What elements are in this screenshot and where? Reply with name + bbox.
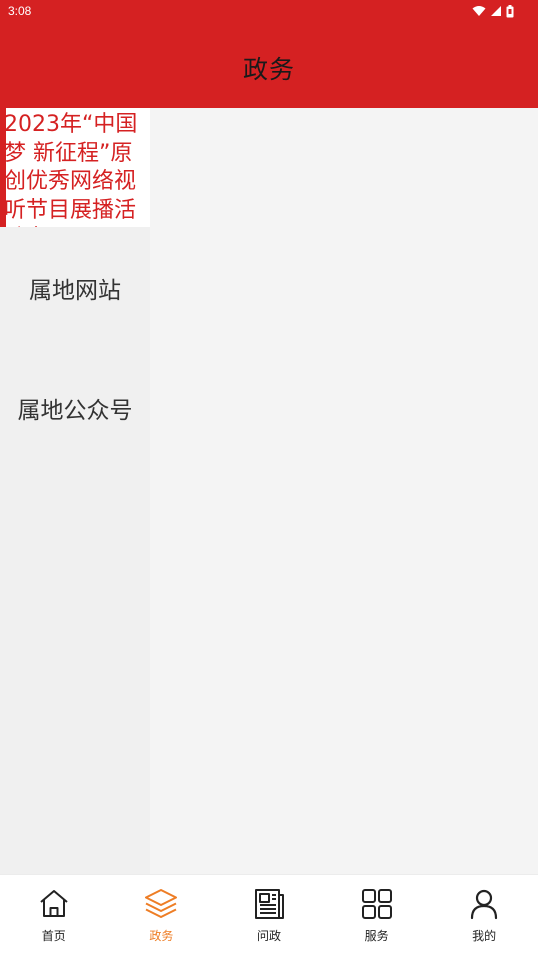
side-nav-item-label: 属地公众号: [17, 398, 133, 424]
side-nav-item-label: 属地网站: [29, 278, 121, 304]
header: 3:08 政务: [0, 0, 538, 108]
wifi-icon: [472, 5, 486, 17]
tab-label: 政务: [149, 929, 174, 943]
grid-icon: [360, 887, 394, 921]
newspaper-icon: [252, 887, 286, 921]
tab-profile[interactable]: 我的: [430, 875, 538, 956]
layers-icon: [144, 887, 178, 921]
side-nav-item-campaign[interactable]: 2023年“中国梦 新征程”原创优秀网络视听节目展播活动专区: [0, 108, 150, 227]
tab-label: 问政: [256, 929, 281, 943]
signal-icon: [490, 5, 502, 17]
tab-label: 服务: [364, 929, 389, 943]
page-title: 政务: [242, 55, 295, 84]
status-time: 3:08: [8, 4, 32, 18]
app-root: 3:08 政务 2023年“中国梦 新征程”原创优秀网络视听节目展播活动专区 属…: [0, 0, 538, 956]
bottom-tab-bar: 首页 政务 问政 服务 我的: [0, 874, 538, 956]
person-icon: [467, 887, 501, 921]
tab-label: 首页: [41, 929, 66, 943]
side-nav-item-local-accounts[interactable]: 属地公众号: [0, 378, 150, 438]
content-area: [150, 108, 538, 874]
side-nav: 2023年“中国梦 新征程”原创优秀网络视听节目展播活动专区 属地网站 属地公众…: [0, 108, 150, 874]
home-icon: [37, 887, 71, 921]
status-icons: [472, 4, 514, 18]
status-bar: 3:08: [0, 0, 538, 22]
tab-government[interactable]: 政务: [108, 875, 216, 956]
tab-services[interactable]: 服务: [323, 875, 431, 956]
side-nav-item-local-websites[interactable]: 属地网站: [0, 258, 150, 318]
tab-inquiry[interactable]: 问政: [215, 875, 323, 956]
side-nav-item-label: 2023年“中国梦 新征程”原创优秀网络视听节目展播活动专区: [4, 112, 138, 227]
tab-label: 我的: [472, 929, 497, 943]
tab-home[interactable]: 首页: [0, 875, 108, 956]
battery-icon: [506, 4, 514, 18]
